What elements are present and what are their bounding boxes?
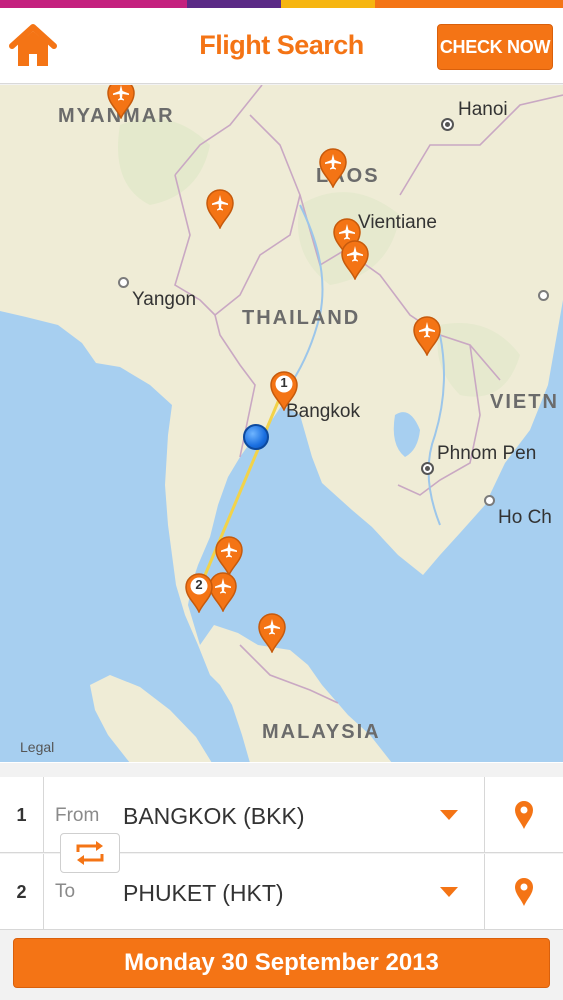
map-legal-link[interactable]: Legal (20, 739, 54, 755)
airport-pin[interactable] (214, 536, 244, 577)
flight-search-screen: Flight Search CHECK NOW MYANMAR LAOS THA… (0, 0, 563, 1000)
origin-select[interactable]: BANGKOK (BKK) (123, 803, 304, 830)
city-label-hanoi: Hanoi (458, 99, 508, 120)
airport-pin[interactable] (106, 85, 136, 120)
date-picker-button[interactable]: Monday 30 September 2013 (13, 938, 550, 988)
route-destination-pin[interactable]: 2 (184, 573, 214, 614)
airport-pin-icon (206, 189, 234, 230)
route-origin-number: 1 (280, 375, 288, 390)
airport-pin[interactable] (257, 613, 287, 654)
airport-pin-icon (413, 316, 441, 357)
city-label-vientiane: Vientiane (358, 212, 437, 233)
route-map[interactable]: MYANMAR LAOS THAILAND VIETN MALAYSIA Han… (0, 85, 563, 763)
airport-pin-icon (258, 613, 286, 654)
map-base-layer (0, 85, 563, 763)
from-label: From (55, 805, 100, 826)
origin-locate-button[interactable] (484, 777, 563, 853)
city-marker-yangon (118, 277, 129, 288)
home-icon (9, 24, 57, 66)
chevron-down-icon[interactable] (440, 887, 458, 897)
airport-pin[interactable] (205, 189, 235, 230)
current-location-dot (243, 424, 269, 450)
search-form: 1 From BANGKOK (BKK) 2 To PHUKET (HKT) M… (0, 763, 563, 1000)
destination-select[interactable]: PHUKET (HKT) (123, 880, 284, 907)
airport-pin-icon (341, 240, 369, 281)
capital-marker-hanoi (441, 118, 454, 131)
location-pin-icon (515, 878, 533, 906)
swap-route-button[interactable] (60, 833, 120, 873)
city-label-yangon: Yangon (132, 289, 197, 310)
city-label-phnom-penh: Phnom Pen (437, 443, 537, 464)
to-label: To (55, 881, 76, 902)
route-origin-pin[interactable]: 1 (269, 371, 299, 412)
city-marker-east (538, 290, 549, 301)
country-label-vietnam: VIETN (490, 391, 559, 413)
destination-locate-button[interactable] (484, 854, 563, 930)
header-bar: Flight Search CHECK NOW (0, 8, 563, 84)
swap-icon (76, 841, 104, 865)
brand-color-stripe (0, 0, 563, 8)
capital-marker-phnom-penh (421, 462, 434, 475)
country-label-thailand: THAILAND (242, 307, 361, 329)
airport-pin-icon (319, 148, 347, 189)
airport-pin[interactable] (412, 316, 442, 357)
check-now-button[interactable]: CHECK NOW (437, 24, 553, 70)
row-number: 1 (0, 777, 44, 853)
city-label-ho-chi-minh: Ho Ch (498, 507, 552, 528)
airport-pin-icon (215, 536, 243, 577)
airport-pin[interactable] (340, 240, 370, 281)
city-marker-ho-chi-minh (484, 495, 495, 506)
airport-pin-icon (107, 85, 135, 120)
home-button[interactable] (8, 22, 58, 70)
chevron-down-icon[interactable] (440, 810, 458, 820)
row-number: 2 (0, 854, 44, 930)
country-label-malaysia: MALAYSIA (262, 721, 381, 743)
location-pin-icon (515, 801, 533, 829)
airport-pin[interactable] (318, 148, 348, 189)
route-destination-number: 2 (195, 577, 203, 592)
